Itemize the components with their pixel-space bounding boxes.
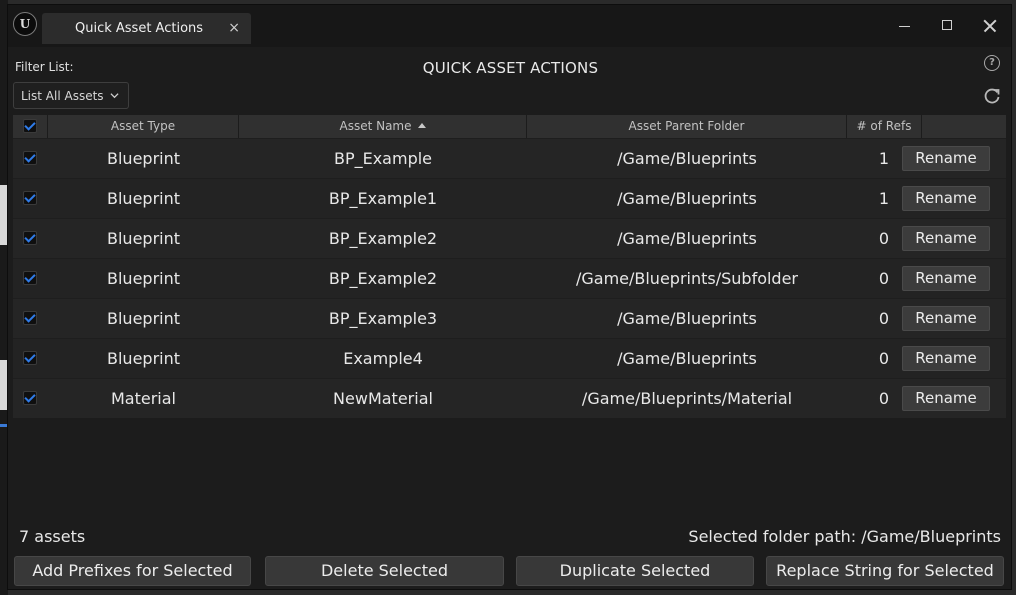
asset-name-cell: BP_Example2 <box>328 229 438 248</box>
table-row[interactable]: Blueprint BP_Example3/Game/Blueprints 0 Ren… <box>13 298 1006 338</box>
table-row[interactable]: Material NewMaterial/Game/Blueprints/Mate… <box>13 378 1006 418</box>
asset-name-cell: BP_Example3 <box>328 309 438 328</box>
rename-button[interactable]: Rename <box>902 346 990 371</box>
table-body: Blueprint BP_Example/Game/Blueprints 1 Rena… <box>13 138 1006 418</box>
asset-folder-cell: /Game/Blueprints <box>617 229 757 248</box>
asset-type-cell: Blueprint <box>107 309 180 328</box>
asset-table: Asset Type Asset Name Asset Parent Folde… <box>13 115 1006 418</box>
row-select-checkbox[interactable] <box>23 351 37 365</box>
asset-type-cell: Blueprint <box>107 149 180 168</box>
asset-type-cell: Blueprint <box>107 189 180 208</box>
unreal-engine-logo-icon: U <box>13 12 37 36</box>
refs-count-cell: 1 <box>878 189 889 208</box>
row-select-checkbox[interactable] <box>23 191 37 205</box>
column-header-actions <box>922 115 1006 138</box>
asset-type-cell: Blueprint <box>107 349 180 368</box>
row-select-checkbox[interactable] <box>23 391 37 405</box>
asset-folder-cell: /Game/Blueprints <box>617 309 757 328</box>
refresh-icon[interactable] <box>982 86 1002 106</box>
rename-button[interactable]: Rename <box>902 386 990 411</box>
row-select-checkbox[interactable] <box>23 271 37 285</box>
tab-label: Quick Asset Actions <box>75 21 204 36</box>
asset-name-cell: BP_Example <box>333 149 433 168</box>
sort-ascending-icon <box>417 123 426 128</box>
table-row[interactable]: Blueprint Example4/Game/Blueprints 0 Rename <box>13 338 1006 378</box>
table-row[interactable]: Blueprint BP_Example1/Game/Blueprints 1 Ren… <box>13 178 1006 218</box>
row-select-checkbox[interactable] <box>23 311 37 325</box>
add-prefixes-button[interactable]: Add Prefixes for Selected <box>14 556 251 586</box>
filter-dropdown[interactable]: List All Assets <box>13 82 129 109</box>
asset-type-cell: Material <box>111 389 176 408</box>
asset-folder-cell: /Game/Blueprints <box>617 189 757 208</box>
rename-button[interactable]: Rename <box>902 226 990 251</box>
maximize-button[interactable] <box>937 15 959 37</box>
asset-folder-cell: /Game/Blueprints <box>617 149 757 168</box>
table-row[interactable]: Blueprint BP_Example/Game/Blueprints 1 Rena… <box>13 138 1006 178</box>
quick-asset-actions-window: U Quick Asset Actions × Filter List: QUI… <box>7 4 1012 590</box>
asset-type-cell: Blueprint <box>107 229 180 248</box>
refs-count-cell: 0 <box>878 229 889 248</box>
dialog-title: QUICK ASSET ACTIONS <box>422 59 599 77</box>
filter-dropdown-value: List All Assets <box>21 89 104 103</box>
table-row[interactable]: Blueprint BP_Example2/Game/Blueprints 0 Ren… <box>13 218 1006 258</box>
selected-folder-path: Selected folder path: /Game/Blueprints <box>688 527 1001 546</box>
asset-folder-cell: /Game/Blueprints/Subfolder <box>575 269 799 288</box>
chevron-down-icon <box>110 93 119 99</box>
minimize-button[interactable] <box>894 15 916 37</box>
delete-selected-button[interactable]: Delete Selected <box>265 556 504 586</box>
asset-name-cell: BP_Example2 <box>328 269 438 288</box>
column-header-asset-parent-folder[interactable]: Asset Parent Folder <box>527 115 847 138</box>
replace-string-button[interactable]: Replace String for Selected <box>766 556 1004 586</box>
table-header: Asset Type Asset Name Asset Parent Folde… <box>13 115 1006 138</box>
asset-name-cell: BP_Example1 <box>328 189 438 208</box>
rename-button[interactable]: Rename <box>902 186 990 211</box>
refs-count-cell: 0 <box>878 349 889 368</box>
duplicate-selected-button[interactable]: Duplicate Selected <box>516 556 754 586</box>
refs-count-cell: 0 <box>878 309 889 328</box>
refs-count-cell: 1 <box>878 149 889 168</box>
table-row[interactable]: Blueprint BP_Example2/Game/Blueprints/Sub… <box>13 258 1006 298</box>
select-all-checkbox[interactable] <box>23 119 37 133</box>
row-select-checkbox[interactable] <box>23 231 37 245</box>
title-bar[interactable]: U Quick Asset Actions × <box>8 5 1011 47</box>
asset-folder-cell: /Game/Blueprints <box>617 349 757 368</box>
help-icon[interactable]: ? <box>984 55 1000 71</box>
rename-button[interactable]: Rename <box>902 306 990 331</box>
asset-name-cell: Example4 <box>343 349 423 368</box>
row-select-checkbox[interactable] <box>23 151 37 165</box>
refs-count-cell: 0 <box>878 269 889 288</box>
refs-count-cell: 0 <box>878 389 889 408</box>
column-header-asset-name-label: Asset Name <box>339 119 412 133</box>
header-select-all-cell <box>13 115 48 138</box>
column-header-asset-name[interactable]: Asset Name <box>239 115 527 138</box>
asset-name-cell: NewMaterial <box>333 389 433 408</box>
rename-button[interactable]: Rename <box>902 146 990 171</box>
asset-folder-cell: /Game/Blueprints/Material <box>581 389 793 408</box>
column-header-asset-type[interactable]: Asset Type <box>48 115 239 138</box>
column-header-refs[interactable]: # of Refs <box>847 115 922 138</box>
tab-close-icon[interactable]: × <box>228 20 240 36</box>
close-window-button[interactable] <box>979 15 1001 37</box>
asset-count: 7 assets <box>19 527 86 546</box>
rename-button[interactable]: Rename <box>902 266 990 291</box>
tab-quick-asset-actions[interactable]: Quick Asset Actions × <box>42 13 251 44</box>
asset-type-cell: Blueprint <box>107 269 180 288</box>
